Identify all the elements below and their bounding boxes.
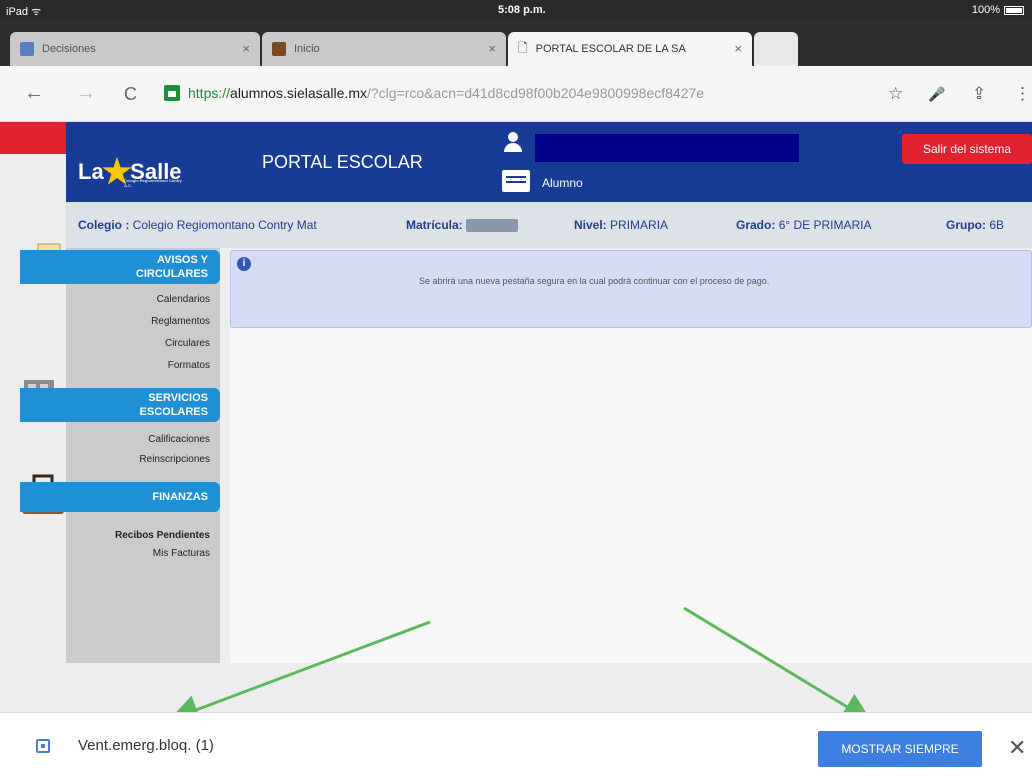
tab-close-icon[interactable]: × [242, 41, 250, 56]
sidebar-item-mis-facturas[interactable]: Mis Facturas [66, 548, 210, 559]
lock-icon [164, 85, 180, 101]
tab-label: Decisiones [42, 43, 96, 55]
menu-servicios-title1: SERVICIOS [148, 392, 208, 404]
sidebar-item-calificaciones[interactable]: Calificaciones [66, 434, 210, 445]
battery-percent: 100% [971, 4, 1000, 16]
screen: iPad ᯤ 5:08 p.m. 100% Decisiones × Inici… [0, 0, 1032, 780]
tab-strip: Decisiones × Inicio × 🗋 PORTAL ESCOLAR D… [0, 20, 1032, 66]
bookmark-star-icon[interactable]: ☆ [888, 84, 903, 104]
reload-icon[interactable]: C [124, 84, 137, 105]
la-salle-logo: La ★ Salle Colegio Regiomontano Contry A… [78, 152, 182, 192]
grado-value: 6° DE PRIMARIA [778, 218, 872, 232]
menu-finanzas[interactable]: FINANZAS [20, 482, 220, 512]
always-show-button[interactable]: MOSTRAR SIEMPRE [818, 731, 982, 767]
alert-message: Se abrirá una nueva pestaña segura en la… [419, 276, 770, 286]
tab-inicio[interactable]: Inicio × [262, 32, 506, 66]
sidebar-item-reglamentos[interactable]: Reglamentos [66, 316, 210, 327]
nivel-info: Nivel: PRIMARIA [574, 218, 668, 232]
matricula-label: Matrícula: [406, 218, 463, 232]
menu-finanzas-title: FINANZAS [152, 491, 208, 503]
info-alert: i Se abrirá una nueva pestaña segura en … [230, 250, 1032, 328]
red-accent-strip [0, 122, 66, 154]
student-info-bar: Colegio : Colegio Regiomontano Contry Ma… [66, 202, 1032, 248]
forward-icon[interactable]: → [76, 82, 96, 105]
tab-favicon-icon [20, 42, 34, 56]
content-area [230, 328, 1032, 663]
battery-icon [1004, 5, 1024, 15]
sidebar-item-calendarios[interactable]: Calendarios [66, 294, 210, 305]
matricula-redacted [466, 219, 519, 233]
colegio-info: Colegio : Colegio Regiomontano Contry Ma… [78, 218, 317, 232]
colegio-label: Colegio : [78, 218, 130, 232]
sidebar-item-reinscripciones[interactable]: Reinscripciones [66, 454, 210, 465]
sidebar-item-circulares[interactable]: Circulares [66, 338, 210, 349]
grupo-info: Grupo: 6B [946, 218, 1004, 232]
url-host: alumnos.sielasalle.mx [230, 85, 367, 101]
device-label: iPad ᯤ [6, 6, 42, 18]
role-label: Alumno [542, 176, 583, 190]
tab-favicon-icon [272, 42, 286, 56]
nivel-label: Nivel: [574, 218, 607, 232]
popup-blocked-label: Vent.emerg.bloq. (1) [78, 737, 214, 754]
microphone-icon[interactable]: 🎤 [928, 86, 945, 103]
share-icon[interactable]: ⇪ [972, 84, 986, 104]
page-icon: 🗋 [518, 40, 528, 55]
logo-la: La [78, 159, 104, 184]
menu-icon[interactable]: ⋮ [1014, 84, 1031, 104]
grado-info: Grado: 6° DE PRIMARIA [736, 218, 872, 232]
back-icon[interactable]: ← [24, 82, 44, 105]
tab-close-icon[interactable]: × [488, 41, 496, 56]
menu-servicios-title2: ESCOLARES [139, 406, 208, 418]
logout-button[interactable]: Salir del sistema [902, 134, 1032, 164]
tab-label: PORTAL ESCOLAR DE LA SA [535, 43, 686, 55]
tab-portal-escolar[interactable]: 🗋 PORTAL ESCOLAR DE LA SA × [508, 32, 752, 66]
tab-label: Inicio [294, 43, 320, 55]
sidebar-item-recibos-pendientes[interactable]: Recibos Pendientes [66, 530, 210, 541]
web-page: La ★ Salle Colegio Regiomontano Contry A… [0, 122, 1032, 712]
student-name-redacted [535, 134, 799, 162]
popup-blocked-bar: Vent.emerg.bloq. (1) MOSTRAR SIEMPRE ✕ [0, 712, 1032, 780]
status-bar: iPad ᯤ 5:08 p.m. 100% [0, 0, 1032, 20]
tab-decisiones[interactable]: Decisiones × [10, 32, 260, 66]
grado-label: Grado: [736, 218, 776, 232]
menu-avisos-circulares[interactable]: AVISOS Y CIRCULARES [20, 250, 220, 284]
id-card-icon [502, 170, 530, 192]
status-time: 5:08 p.m. [498, 4, 546, 16]
info-icon: i [237, 257, 251, 271]
sidebar-item-formatos[interactable]: Formatos [66, 360, 210, 371]
page-title: PORTAL ESCOLAR [262, 152, 423, 172]
colegio-value: Colegio Regiomontano Contry Mat [132, 218, 317, 232]
new-tab-button[interactable] [754, 32, 798, 66]
address-bar: ← → C https:// alumnos.sielasalle.mx /?c… [0, 66, 1032, 122]
popup-blocked-icon [36, 739, 50, 753]
user-icon [504, 132, 522, 152]
menu-avisos-title1: AVISOS Y [157, 254, 208, 266]
grupo-value: 6B [989, 218, 1005, 232]
grupo-label: Grupo: [946, 218, 986, 232]
battery-status: 100% [972, 4, 1024, 16]
portal-header: La ★ Salle Colegio Regiomontano Contry A… [66, 122, 1032, 202]
menu-servicios-escolares[interactable]: SERVICIOS ESCOLARES [20, 388, 220, 422]
matricula-info: Matrícula: [406, 218, 519, 233]
url-scheme: https:// [188, 85, 231, 101]
logo-subtitle: Colegio Regiomontano Contry A.C. [124, 178, 182, 188]
nivel-value: PRIMARIA [610, 218, 669, 232]
menu-avisos-title2: CIRCULARES [135, 268, 208, 280]
url-field[interactable]: https:// alumnos.sielasalle.mx /?clg=rco… [164, 78, 964, 108]
tab-close-icon[interactable]: × [734, 41, 742, 56]
close-icon[interactable]: ✕ [1008, 735, 1026, 761]
url-path: /?clg=rco&acn=d41d8cd98f00b204e9800998ec… [366, 85, 705, 101]
